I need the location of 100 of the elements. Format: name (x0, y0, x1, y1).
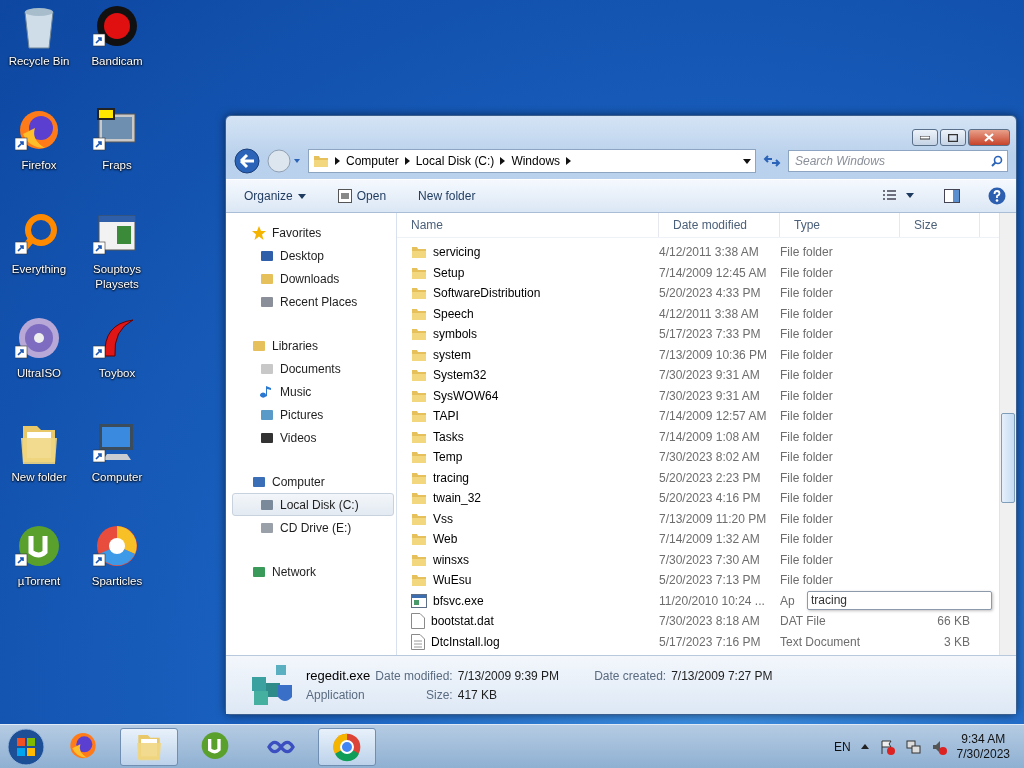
date-cell: 4/12/2011 3:38 AM (659, 306, 759, 321)
date-cell: 5/20/2023 7:13 PM (659, 573, 761, 588)
breadcrumb[interactable]: Local Disk (C:) (415, 154, 495, 168)
desktop-icon-label[interactable]: Recycle Bin (8, 54, 70, 69)
file-name[interactable]: tracing (433, 470, 470, 485)
scroll-thumb[interactable] (1001, 413, 1015, 503)
date-cell: 7/30/2023 8:02 AM (659, 450, 760, 465)
type-cell: Ap (780, 593, 795, 608)
date-cell: 7/13/2009 10:36 PM (659, 347, 768, 362)
type-cell: File folder (780, 388, 833, 403)
desktop-icon-label[interactable]: Fraps (102, 158, 132, 173)
desktop-icon-label[interactable]: Toybox (98, 366, 136, 381)
close-button[interactable] (968, 129, 1010, 146)
desktop-icon-label[interactable]: Souptoys Playsets (78, 262, 156, 292)
sidebar-item[interactable]: Local Disk (C:) (232, 493, 394, 516)
dropdown-icon[interactable] (743, 158, 751, 164)
toolbar-button[interactable]: New folder (416, 187, 478, 205)
search-field[interactable]: Search Windows (788, 150, 1008, 172)
sidebar-header[interactable]: Computer (232, 470, 394, 493)
type-cell: File folder (780, 491, 833, 506)
detail-label: Date modified: (375, 669, 453, 683)
sidebar-item[interactable]: Desktop (232, 244, 394, 267)
file-name[interactable]: Web (433, 532, 458, 547)
file-name[interactable]: symbols (433, 327, 477, 342)
file-name[interactable]: Setup (433, 265, 465, 280)
help-icon[interactable] (988, 187, 1006, 205)
sidebar-item[interactable]: Documents (232, 357, 394, 380)
type-cell: File folder (780, 368, 833, 383)
date-cell: 4/12/2011 3:38 AM (659, 245, 759, 260)
desktop-icon-label[interactable]: UltraISO (16, 366, 62, 381)
column-header[interactable]: Name (397, 213, 659, 237)
maximize-button[interactable] (940, 129, 966, 146)
date-cell: 7/14/2009 12:57 AM (659, 409, 767, 424)
back-icon[interactable] (234, 148, 260, 174)
file-name[interactable]: servicing (433, 245, 481, 260)
chevron-icon (500, 157, 506, 165)
language-indicator[interactable]: EN (833, 739, 851, 754)
search-icon (991, 155, 1003, 167)
file-name[interactable]: bootstat.dat (431, 614, 494, 629)
type-cell: File folder (780, 327, 833, 342)
type-cell: File folder (780, 470, 833, 485)
column-header[interactable]: Date modified (659, 213, 780, 237)
start-button[interactable] (6, 726, 46, 767)
sidebar-item[interactable]: Recent Places (232, 290, 394, 313)
clock-time[interactable]: 9:34 AM (961, 732, 1006, 747)
date-cell: 5/17/2023 7:16 PM (659, 634, 761, 649)
clock-date[interactable]: 7/30/2023 (956, 747, 1010, 762)
toolbar-button[interactable]: Organize (242, 187, 308, 205)
file-name[interactable]: Temp (433, 450, 463, 465)
date-cell: 5/20/2023 4:16 PM (659, 491, 761, 506)
taskbar-app[interactable] (120, 727, 178, 766)
sidebar-header[interactable]: Libraries (232, 334, 394, 357)
scrollbar[interactable] (999, 213, 1016, 655)
file-name[interactable]: Speech (433, 306, 474, 321)
desktop-icon-label[interactable]: Bandicam (91, 54, 143, 69)
flag-icon[interactable] (878, 738, 895, 755)
file-name[interactable]: System32 (433, 368, 487, 383)
breadcrumb[interactable]: Computer (346, 154, 399, 168)
desktop-icon-label[interactable]: Sparticles (91, 574, 143, 589)
file-name[interactable]: SysWOW64 (433, 388, 499, 403)
sidebar-item[interactable]: CD Drive (E:) (232, 516, 394, 539)
file-name[interactable]: system (433, 347, 471, 362)
address-bar[interactable]: Computer Local Disk (C:) Windows (308, 149, 756, 173)
sidebar-item[interactable]: Music (232, 380, 394, 403)
sidebar-header[interactable]: Favorites (232, 221, 394, 244)
taskbar-app[interactable] (318, 727, 376, 766)
file-type: Application (306, 688, 366, 702)
file-name[interactable]: Vss (433, 511, 453, 526)
type-cell: File folder (780, 347, 833, 362)
file-name[interactable]: winsxs (433, 552, 469, 567)
desktop-icon-label[interactable]: µTorrent (17, 574, 61, 589)
breadcrumb[interactable]: Windows (511, 154, 561, 168)
sidebar-header[interactable]: Network (232, 560, 394, 583)
file-name[interactable]: DtcInstall.log (431, 634, 500, 649)
desktop-icon-label[interactable]: Everything (11, 262, 67, 277)
file-name[interactable]: TAPI (433, 409, 459, 424)
column-header[interactable]: Size (900, 213, 980, 237)
file-name[interactable]: SoftwareDistribution (433, 286, 541, 301)
type-cell: File folder (780, 429, 833, 444)
desktop-icon-label[interactable]: Computer (91, 470, 143, 485)
sidebar-item[interactable]: Downloads (232, 267, 394, 290)
file-name[interactable]: WuEsu (433, 573, 472, 588)
desktop-icon-label[interactable]: Firefox (21, 158, 57, 173)
sidebar-item[interactable]: Videos (232, 426, 394, 449)
sidebar-item[interactable]: Pictures (232, 403, 394, 426)
file-name[interactable]: twain_32 (433, 491, 482, 506)
file-name[interactable]: bfsvc.exe (433, 593, 484, 608)
file-name[interactable]: Tasks (433, 429, 464, 444)
toolbar-button[interactable]: Open (335, 187, 389, 205)
date-cell: 7/13/2009 11:20 PM (659, 511, 767, 526)
show-hidden-icons[interactable] (860, 744, 869, 750)
detail-value: 7/13/2009 7:27 PM (671, 669, 773, 683)
view-options-icon[interactable] (882, 189, 916, 203)
minimize-button[interactable] (912, 129, 938, 146)
column-header[interactable]: Type (780, 213, 900, 237)
detail-value: 7/13/2009 9:39 PM (457, 669, 560, 683)
type-cell: File folder (780, 573, 833, 588)
preview-pane-icon[interactable] (944, 189, 960, 203)
desktop-icon-label[interactable]: New folder (11, 470, 67, 485)
application-icon (411, 593, 427, 608)
